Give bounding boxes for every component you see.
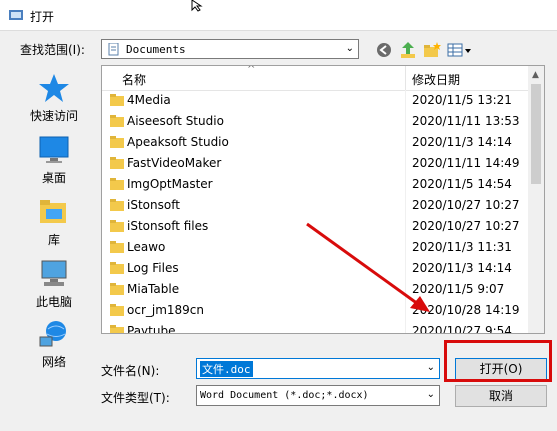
annotation-arrow [306, 222, 430, 312]
